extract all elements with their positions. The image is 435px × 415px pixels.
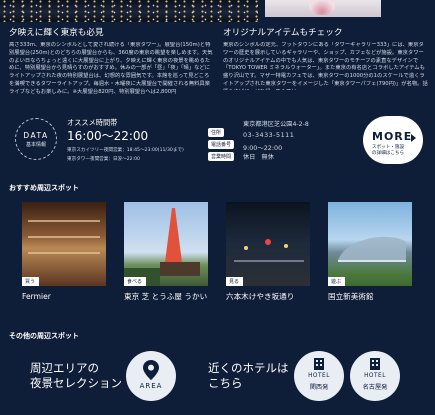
spot-name-tofu[interactable]: 東京 芝 とうふ屋 うかい: [124, 292, 214, 302]
hotel-nagoya-line1: HOTEL: [364, 373, 386, 379]
more-label: MORE: [372, 130, 413, 143]
data-badge-sub: 基本情報: [25, 142, 46, 148]
data-badge: DATA 基本情報: [15, 118, 57, 160]
closed-days: 休日 無休: [243, 154, 274, 161]
business-hours-row: 営業時間: [208, 143, 235, 162]
area-button[interactable]: AREA: [126, 351, 176, 401]
business-hours-tag: 営業時間: [208, 152, 235, 161]
hours-value: 16:00～22:00: [67, 129, 149, 143]
left-heading: 夕映えに輝く東京も必見: [9, 28, 104, 38]
hours-note-tower: 東京タワー夜間営業：日没～22:00: [67, 157, 140, 162]
spot-image-tofu[interactable]: 食べる: [124, 202, 208, 286]
left-paragraph: 高さ333m、東京のシンボルとして愛され続ける「東京タワー」。展望台(150m)…: [9, 42, 213, 95]
area-text-line1[interactable]: 周辺エリアの: [30, 361, 99, 376]
right-paragraph: 東京のシンボルの定元、フットタウンにある「タワーギャラリー333」には、東京タワ…: [223, 42, 428, 90]
museum-building-icon: [338, 236, 406, 262]
hotel-kansai-button[interactable]: HOTEL 関西発: [294, 351, 344, 401]
tower-icon: [124, 208, 200, 286]
hotel-text-line2[interactable]: こちら: [208, 376, 243, 391]
area-button-label: AREA: [139, 382, 163, 390]
hours-note-skytree: 東京スカイツリー夜間営業：18:45～23:00(11/30まで): [67, 148, 184, 153]
hotel-nagoya-line2: 名古屋発: [362, 384, 388, 391]
item-photo: [265, 0, 381, 17]
hotel-text-line1[interactable]: 近くのホテルは: [208, 361, 289, 376]
other-title: その他の周辺スポット: [9, 332, 79, 340]
spot-name-fermier[interactable]: Fermier: [22, 292, 106, 302]
hotel-kansai-line1: HOTEL: [308, 373, 330, 379]
map-pin-icon: [143, 360, 159, 380]
hotel-kansai-line2: 関西発: [309, 384, 329, 391]
spot-badge: 遊ぶ: [328, 277, 346, 286]
phone-value[interactable]: 03-3433-5111: [243, 131, 294, 139]
spot-badge: 買う: [22, 277, 40, 286]
address-value: 東京都港区芝公園4-2-8: [243, 121, 309, 128]
night-view-image: [0, 0, 258, 22]
business-hours-value: 9:00～22:00: [243, 144, 283, 152]
spot-badge: 見る: [226, 277, 244, 286]
spot-badge: 食べる: [124, 277, 147, 286]
nearby-title: おすすめ周辺スポット: [9, 184, 79, 192]
spot-image-fermier[interactable]: 買う: [22, 202, 106, 286]
data-badge-title: DATA: [23, 131, 49, 140]
spot-image-museum[interactable]: 遊ぶ: [328, 202, 412, 286]
hotel-nagoya-button[interactable]: HOTEL 名古屋発: [350, 351, 400, 401]
more-sub: スポット・施設の詳細はこちら: [371, 145, 405, 156]
spot-name-museum[interactable]: 国立新美術館: [328, 292, 412, 302]
right-heading: オリジナルアイテムもチェック: [223, 28, 343, 38]
building-icon: [314, 358, 324, 370]
building-icon: [370, 358, 380, 370]
spot-name-keyakizaka[interactable]: 六本木けやき坂通り: [226, 292, 322, 302]
street-lights-icon: [234, 239, 304, 262]
more-button[interactable]: MORE スポット・施設の詳細はこちら: [363, 116, 423, 164]
area-text-line2[interactable]: 夜景セレクション: [30, 376, 122, 391]
arrow-right-icon: [411, 134, 416, 142]
spot-image-keyakizaka[interactable]: 見る: [226, 202, 310, 286]
